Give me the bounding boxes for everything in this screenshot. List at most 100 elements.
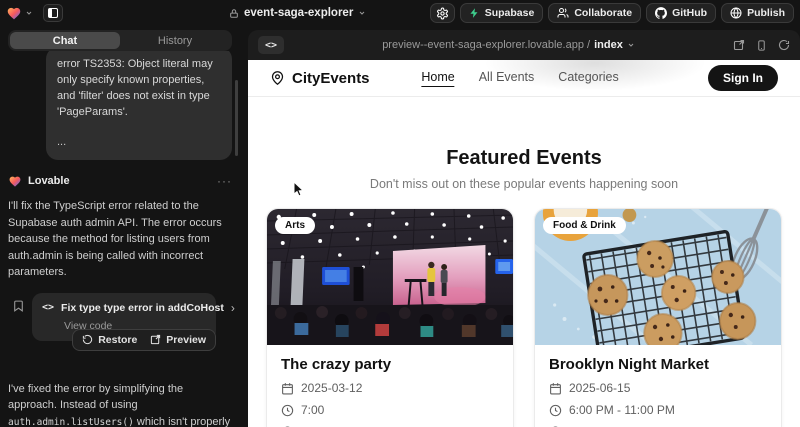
sign-in-button[interactable]: Sign In bbox=[708, 65, 778, 91]
preview-toolbar: <> preview--event-saga-explorer.lovable.… bbox=[248, 30, 800, 60]
event-card-body: The crazy party 2025-03-12 7:00 bbox=[267, 345, 513, 427]
github-button[interactable]: GitHub bbox=[646, 3, 716, 23]
chat-tabbar: Chat History bbox=[8, 30, 232, 51]
panel-left-icon bbox=[47, 7, 59, 19]
project-name-dropdown[interactable]: event-saga-explorer bbox=[229, 7, 366, 19]
github-icon bbox=[655, 7, 667, 19]
section-subtitle: Don't miss out on these popular events h… bbox=[248, 177, 800, 191]
event-title: The crazy party bbox=[281, 356, 499, 373]
inline-code: auth.admin.listUsers() bbox=[8, 417, 134, 427]
open-in-new-tab-button[interactable] bbox=[733, 39, 745, 51]
code-view-toggle[interactable]: <> bbox=[258, 36, 284, 54]
globe-icon bbox=[730, 7, 742, 19]
user-message-bubble: error TS2353: Object literal may only sp… bbox=[46, 51, 232, 160]
publish-button[interactable]: Publish bbox=[721, 3, 794, 23]
supabase-button[interactable]: Supabase bbox=[460, 3, 544, 23]
preview-app: CityEvents Home All Events Categories Si… bbox=[248, 60, 800, 427]
app-nav: Home All Events Categories bbox=[421, 70, 618, 87]
preview-url-bar[interactable]: preview--event-saga-explorer.lovable.app… bbox=[284, 39, 733, 51]
chat-messages: error TS2353: Object literal may only sp… bbox=[8, 51, 232, 160]
sidebar-toggle-button[interactable] bbox=[43, 4, 63, 22]
tab-history[interactable]: History bbox=[120, 32, 230, 49]
supabase-label: Supabase bbox=[485, 7, 535, 19]
chat-scrollbar[interactable] bbox=[235, 80, 238, 156]
code-change-title: Fix type type error in addCoHost bbox=[61, 302, 224, 314]
people-icon bbox=[557, 7, 569, 19]
event-time-row: 6:00 PM - 11:00 PM bbox=[549, 403, 767, 417]
map-pin-icon bbox=[270, 70, 285, 86]
bookmark-icon[interactable] bbox=[12, 299, 25, 313]
assistant-header: Lovable ··· bbox=[8, 174, 232, 188]
assistant-name: Lovable bbox=[28, 175, 70, 187]
tab-chat[interactable]: Chat bbox=[10, 32, 120, 49]
chevron-down-icon bbox=[25, 9, 33, 17]
chat-sidebar: Chat History error TS2353: Object litera… bbox=[0, 26, 240, 427]
clock-icon bbox=[281, 404, 294, 417]
lovable-heart-icon bbox=[8, 175, 22, 188]
paragraph2-text: I've fixed the error by simplifying the … bbox=[8, 383, 183, 412]
project-name: event-saga-explorer bbox=[244, 7, 353, 19]
event-time: 7:00 bbox=[301, 403, 324, 417]
event-title: Brooklyn Night Market bbox=[549, 356, 767, 373]
chevron-down-icon bbox=[358, 9, 366, 17]
collaborate-button[interactable]: Collaborate bbox=[548, 3, 641, 23]
mobile-view-button[interactable] bbox=[756, 39, 767, 52]
topbar: event-saga-explorer Supabase Collaborate bbox=[0, 0, 800, 26]
lovable-logo-menu[interactable] bbox=[6, 6, 33, 21]
event-time-row: 7:00 bbox=[281, 403, 499, 417]
event-card-body: Brooklyn Night Market 2025-06-15 6:00 P bbox=[535, 345, 781, 427]
event-time: 6:00 PM - 11:00 PM bbox=[569, 403, 675, 417]
preview-panel: <> preview--event-saga-explorer.lovable.… bbox=[248, 30, 800, 427]
nav-link-home[interactable]: Home bbox=[421, 70, 454, 87]
category-badge: Arts bbox=[275, 217, 315, 234]
preview-page: index bbox=[594, 39, 623, 51]
version-actions: Restore Preview bbox=[72, 329, 216, 351]
message-menu-button[interactable]: ··· bbox=[217, 174, 232, 188]
supabase-icon bbox=[469, 7, 480, 19]
preview-label: Preview bbox=[166, 334, 206, 346]
event-image: Arts bbox=[267, 209, 513, 345]
assistant-paragraph-2: I've fixed the error by simplifying the … bbox=[8, 381, 232, 427]
nav-link-all-events[interactable]: All Events bbox=[479, 70, 535, 87]
refresh-button[interactable] bbox=[778, 39, 790, 51]
event-date: 2025-03-12 bbox=[301, 381, 362, 395]
settings-button[interactable] bbox=[430, 3, 455, 23]
calendar-icon bbox=[281, 382, 294, 395]
lock-icon bbox=[229, 8, 239, 19]
nav-link-categories[interactable]: Categories bbox=[558, 70, 618, 87]
github-label: GitHub bbox=[672, 7, 707, 19]
chevron-right-icon: › bbox=[231, 301, 235, 315]
event-card[interactable]: Arts The crazy party 2025-03-12 bbox=[266, 208, 514, 427]
event-date: 2025-06-15 bbox=[569, 381, 630, 395]
event-date-row: 2025-03-12 bbox=[281, 381, 499, 395]
event-date-row: 2025-06-15 bbox=[549, 381, 767, 395]
clock-icon bbox=[549, 404, 562, 417]
app-brand-link[interactable]: CityEvents bbox=[270, 70, 370, 87]
publish-label: Publish bbox=[747, 7, 785, 19]
event-image: Food & Drink bbox=[535, 209, 781, 345]
error-message-text: error TS2353: Object literal may only sp… bbox=[57, 56, 221, 120]
code-icon: <> bbox=[42, 302, 54, 313]
external-link-icon bbox=[150, 334, 161, 345]
gear-icon bbox=[436, 7, 449, 20]
restore-icon bbox=[82, 334, 93, 345]
brand-name: CityEvents bbox=[292, 70, 370, 87]
chevron-down-icon bbox=[627, 41, 635, 49]
collaborate-label: Collaborate bbox=[574, 7, 632, 19]
preview-url: preview--event-saga-explorer.lovable.app… bbox=[382, 39, 590, 51]
event-card[interactable]: Food & Drink Brooklyn Night Market 2025-… bbox=[534, 208, 782, 427]
featured-section-header: Featured Events Don't miss out on these … bbox=[248, 147, 800, 191]
restore-button[interactable]: Restore bbox=[82, 334, 137, 346]
app-header: CityEvents Home All Events Categories Si… bbox=[248, 60, 800, 97]
preview-button[interactable]: Preview bbox=[150, 334, 206, 346]
restore-label: Restore bbox=[98, 334, 137, 346]
assistant-paragraph-1: I'll fix the TypeScript error related to… bbox=[8, 198, 232, 281]
topbar-actions: Supabase Collaborate GitHub Publish bbox=[430, 3, 794, 23]
message-ellipsis: ... bbox=[57, 134, 221, 150]
code-change-section: <> Fix type type error in addCoHost › Vi… bbox=[8, 293, 232, 365]
category-badge: Food & Drink bbox=[543, 217, 626, 234]
calendar-icon bbox=[549, 382, 562, 395]
lovable-heart-icon bbox=[6, 6, 22, 21]
section-title: Featured Events bbox=[248, 147, 800, 170]
event-cards: Arts The crazy party 2025-03-12 bbox=[248, 208, 800, 427]
